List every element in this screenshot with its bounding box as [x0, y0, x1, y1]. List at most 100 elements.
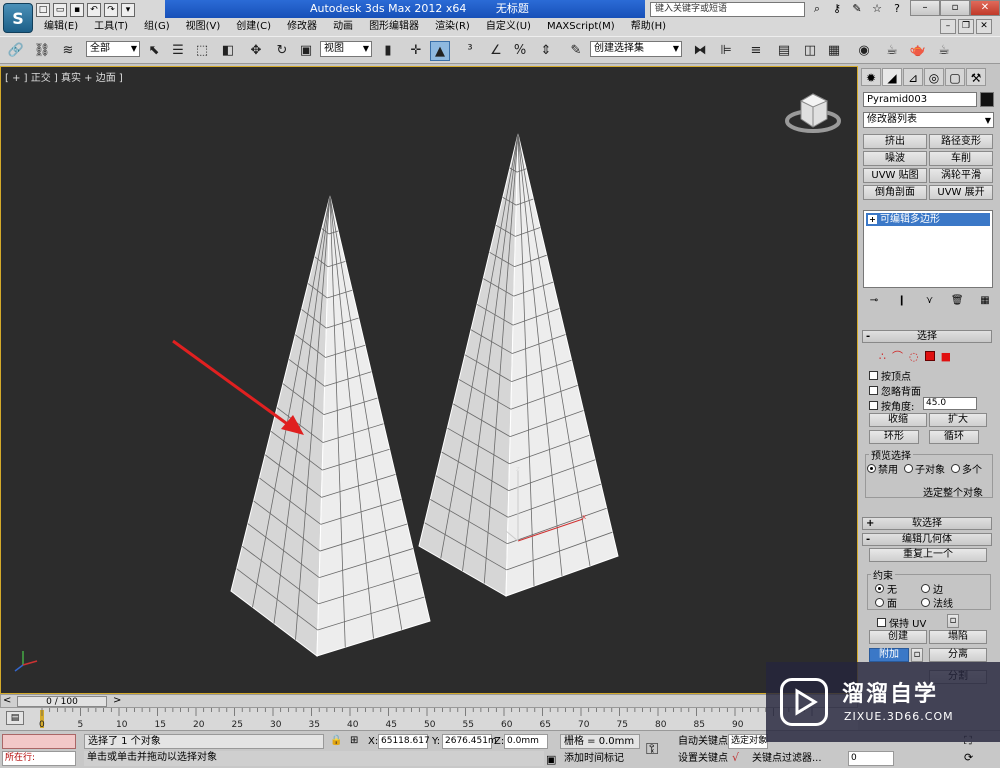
absolute-mode-icon[interactable]: ⊞ [350, 735, 358, 746]
key-icon[interactable]: ⚷ [830, 2, 844, 16]
viewcube-icon[interactable] [785, 93, 841, 133]
modifier-extrude-button[interactable]: 挤出 [863, 134, 927, 149]
preview-disabled-radio[interactable] [867, 464, 876, 473]
orbit-icon[interactable]: ⟳ [964, 751, 973, 764]
modifier-path-deform-button[interactable]: 路径变形 [929, 134, 993, 149]
viewport-perspective[interactable]: [ + ] 正交 ] 真实 + 边面 ] z x [0, 66, 858, 694]
menu-customize[interactable]: 自定义(U) [478, 19, 539, 35]
constraint-edge-radio[interactable] [921, 584, 930, 593]
snaps-toggle-icon[interactable]: ³ [460, 41, 480, 61]
attach-button[interactable]: 附加 [869, 648, 909, 662]
hierarchy-tab-icon[interactable]: ⊿ [903, 68, 923, 86]
constraint-normal-row[interactable]: 法线 [921, 595, 953, 610]
search-input[interactable]: 键入关键字或短语 [650, 2, 805, 17]
by-angle-row[interactable]: 按角度: [869, 398, 914, 413]
lock-selection-icon[interactable]: 🔒 [330, 735, 342, 746]
minimize-button[interactable]: – [910, 0, 940, 16]
window-crossing-icon[interactable]: ◧ [218, 41, 238, 61]
render-setup-icon[interactable]: ☕ [882, 41, 902, 61]
doc-restore-button[interactable]: ❐ [958, 19, 974, 34]
edit-named-selection-icon[interactable]: ✎ [566, 41, 586, 61]
select-object-icon[interactable]: ⬉ [144, 41, 164, 61]
tools-icon[interactable]: ✎ [850, 2, 864, 16]
modifier-uvw-map-button[interactable]: UVW 贴图 [863, 168, 927, 183]
selected-object-dropdown[interactable]: 选定对象 [728, 734, 768, 749]
menu-group[interactable]: 组(G) [136, 19, 178, 35]
select-scale-icon[interactable]: ▣ [296, 41, 316, 61]
menu-maxscript[interactable]: MAXScript(M) [539, 19, 623, 35]
set-key-button[interactable]: 设置关键点 [678, 751, 728, 766]
detach-button[interactable]: 分离 [929, 648, 987, 662]
make-unique-icon[interactable]: ⋎ [923, 294, 937, 308]
z-coordinate-field[interactable]: 0.0mm [504, 734, 548, 749]
auto-key-button[interactable]: 自动关键点 [678, 734, 728, 749]
pivot-center-icon[interactable]: ▮ [378, 41, 398, 61]
link-icon[interactable]: 🔗 [6, 41, 26, 61]
angle-snap-icon[interactable]: ∠ [486, 41, 506, 61]
preview-multi-radio[interactable] [951, 464, 960, 473]
keyboard-shortcut-override-icon[interactable]: ▲ [430, 41, 450, 61]
modifier-turbosmooth-button[interactable]: 涡轮平滑 [929, 168, 993, 183]
key-filters-button[interactable]: 关键点过滤器... [752, 751, 822, 766]
new-file-icon[interactable]: □ [36, 3, 50, 17]
motion-tab-icon[interactable]: ◎ [924, 68, 944, 86]
constraint-none-row[interactable]: 无 [875, 581, 897, 596]
attach-list-icon[interactable]: ▫ [911, 648, 923, 662]
ignore-backfacing-row[interactable]: 忽略背面 [869, 383, 921, 398]
unlink-icon[interactable]: ⛓ [32, 41, 52, 61]
preserve-uv-settings-icon[interactable]: ▫ [947, 614, 959, 628]
reference-coordinate-dropdown[interactable]: 视图 [320, 41, 372, 57]
shrink-button[interactable]: 收缩 [869, 413, 927, 427]
doc-close-button[interactable]: ✕ [976, 19, 992, 34]
save-file-icon[interactable]: ▪ [70, 3, 84, 17]
time-slider-thumb[interactable]: 0 / 100 [17, 696, 107, 707]
current-frame-field[interactable]: 0 [848, 751, 894, 766]
time-tag-icon[interactable]: ▣ [546, 753, 556, 766]
percent-snap-icon[interactable]: % [510, 41, 530, 61]
constraint-edge-row[interactable]: 边 [921, 581, 943, 596]
modifier-unwrap-uvw-button[interactable]: UVW 展开 [929, 185, 993, 200]
preview-subobject-radio[interactable] [904, 464, 913, 473]
stack-item-editable-poly[interactable]: + 可编辑多边形 [866, 213, 990, 226]
undo-icon[interactable]: ↶ [87, 3, 101, 17]
preserve-uv-checkbox[interactable] [877, 618, 886, 627]
polygon-mode-icon[interactable] [924, 351, 935, 361]
constraint-face-row[interactable]: 面 [875, 595, 897, 610]
display-tab-icon[interactable]: ▢ [945, 68, 965, 86]
set-key-icon[interactable]: ⚿ [646, 739, 658, 759]
select-rotate-icon[interactable]: ↻ [272, 41, 292, 61]
rollout-edit-geometry-header[interactable]: - 编辑几何体 [862, 533, 992, 546]
collapse-button[interactable]: 塌陷 [929, 630, 987, 644]
key-mode-icon[interactable]: √ [732, 751, 739, 764]
pin-stack-icon[interactable]: ⊸ [867, 294, 881, 308]
preserve-uv-row[interactable]: 保持 UV [877, 615, 926, 630]
redo-icon[interactable]: ↷ [104, 3, 118, 17]
bind-spacewarp-icon[interactable]: ≋ [58, 41, 78, 61]
maximize-button[interactable]: ▫ [940, 0, 970, 16]
angle-spinner[interactable]: 45.0 [923, 397, 977, 410]
close-button[interactable]: ✕ [970, 0, 1000, 16]
utilities-tab-icon[interactable]: ⚒ [966, 68, 986, 86]
by-vertex-row[interactable]: 按顶点 [869, 368, 911, 383]
pyramid-left[interactable] [230, 195, 431, 657]
menu-rendering[interactable]: 渲染(R) [427, 19, 478, 35]
selection-filter-dropdown[interactable]: 全部 [86, 41, 140, 57]
align-icon[interactable]: ⊫ [716, 41, 736, 61]
border-mode-icon[interactable]: ◌ [909, 350, 919, 363]
doc-minimize-button[interactable]: – [940, 19, 956, 34]
named-selection-dropdown[interactable]: 创建选择集 [590, 41, 682, 57]
vertex-mode-icon[interactable]: ∴ [879, 350, 886, 363]
object-name-field[interactable]: Pyramid003 [863, 92, 977, 107]
ring-button[interactable]: 环形 [869, 430, 919, 444]
time-next-icon[interactable]: > [113, 695, 121, 706]
modifier-list-dropdown[interactable]: 修改器列表 [863, 112, 994, 128]
menu-animation[interactable]: 动画 [325, 19, 361, 35]
modifier-noise-button[interactable]: 噪波 [863, 151, 927, 166]
menu-tools[interactable]: 工具(T) [86, 19, 136, 35]
rollout-selection-header[interactable]: - 选择 [862, 330, 992, 343]
rectangular-selection-icon[interactable]: ⬚ [192, 41, 212, 61]
curve-editor-icon[interactable]: ◫ [800, 41, 820, 61]
rendered-frame-icon[interactable]: 🫖 [908, 41, 928, 61]
modifier-bevel-profile-button[interactable]: 倒角剖面 [863, 185, 927, 200]
star-icon[interactable]: ☆ [870, 2, 884, 16]
